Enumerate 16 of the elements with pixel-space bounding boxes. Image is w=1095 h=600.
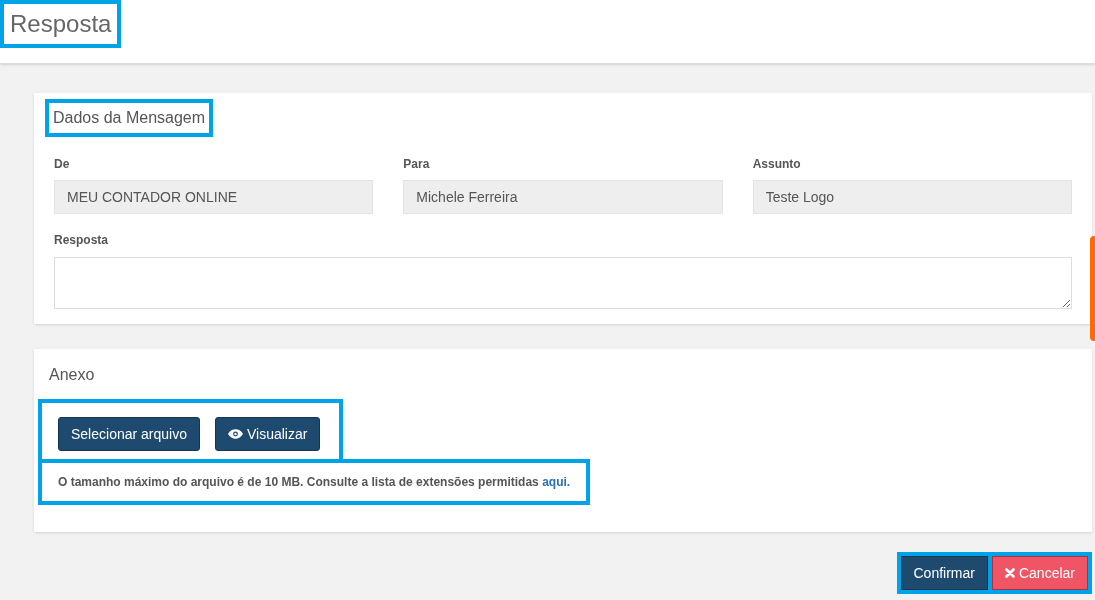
field-label: Resposta (54, 232, 110, 249)
file-size-note: O tamanho máximo do arquivo é de 10 MB. Consulte a lista de extensões permitidas aqui. (58, 474, 571, 491)
field-label: Para (403, 156, 431, 173)
field-label: De (54, 156, 71, 173)
close-icon (1004, 568, 1015, 578)
reply-field[interactable] (54, 257, 1072, 309)
eye-icon (227, 429, 243, 439)
card-title: Anexo (49, 365, 95, 385)
action-button[interactable]: Confirmar (900, 556, 988, 590)
card-title: Dados da Mensagem (45, 99, 214, 137)
page-title: Resposta (0, 0, 122, 48)
extensions-link[interactable]: aqui. (542, 475, 571, 489)
side-tab[interactable] (1090, 236, 1095, 341)
file-button[interactable]: Visualizar (214, 417, 321, 451)
file-button[interactable]: Selecionar arquivo (58, 417, 200, 451)
field-label: Assunto (752, 156, 802, 173)
